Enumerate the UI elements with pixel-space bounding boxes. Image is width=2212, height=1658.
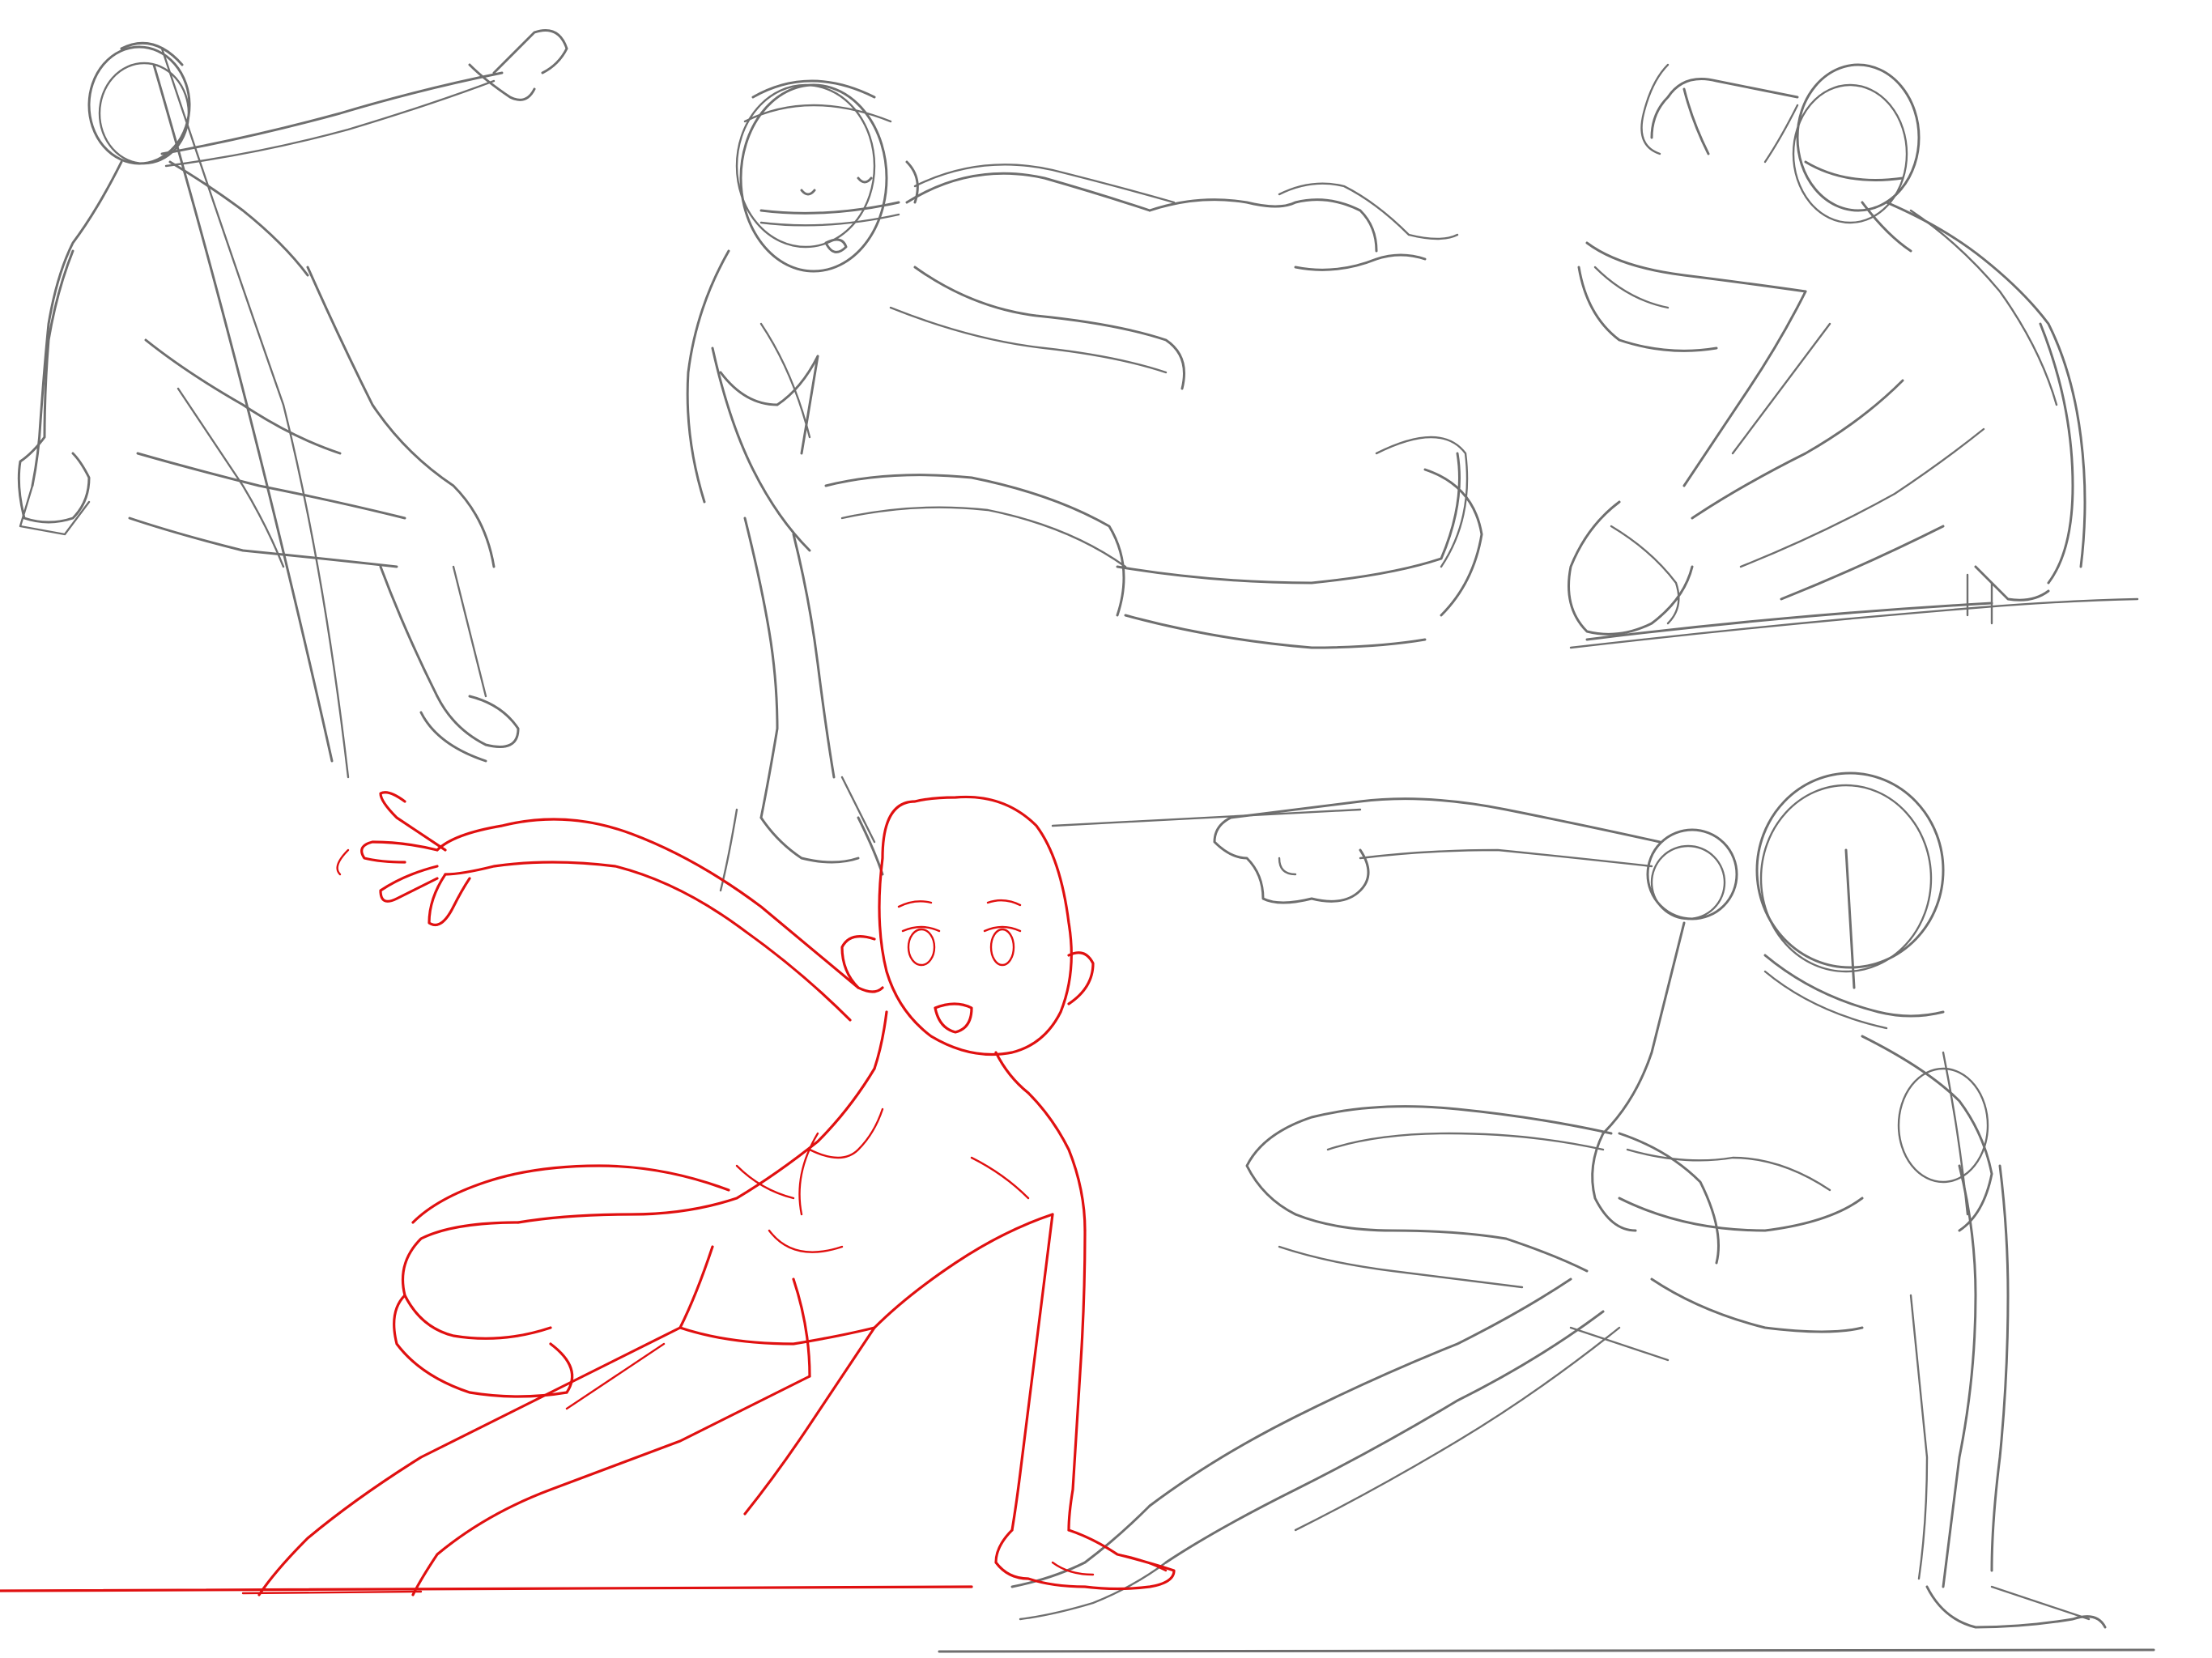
pose-sketch-4 bbox=[938, 772, 2155, 1653]
pose-sketch-3 bbox=[1568, 63, 2139, 649]
sketch-canvas bbox=[0, 29, 2155, 1653]
pose-sketch-red bbox=[0, 791, 1176, 1596]
pose-sketch-2 bbox=[686, 79, 1483, 892]
pose-sketch-1 bbox=[17, 29, 568, 779]
